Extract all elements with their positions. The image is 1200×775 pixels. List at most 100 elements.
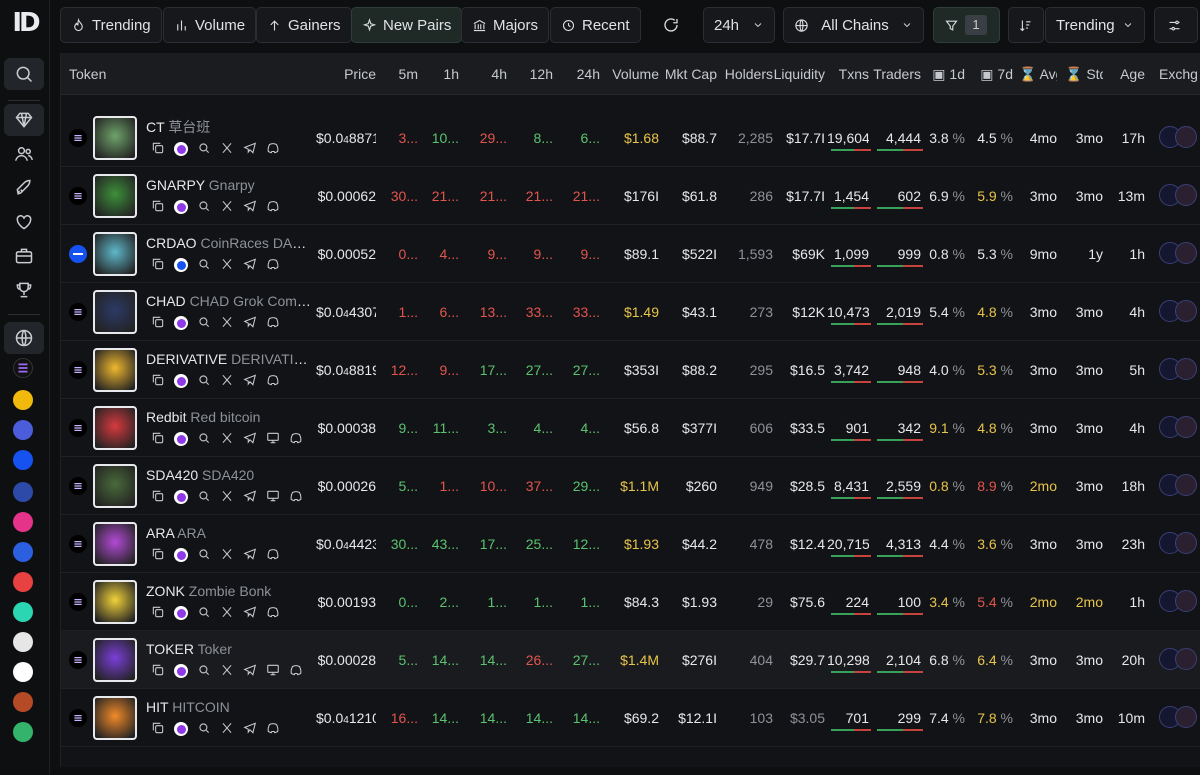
chains-select[interactable]: All Chains bbox=[783, 7, 924, 43]
diamond-icon[interactable] bbox=[4, 104, 44, 136]
majors-button[interactable]: Majors bbox=[461, 7, 550, 43]
discord-icon[interactable] bbox=[266, 141, 280, 158]
token-avatar[interactable] bbox=[93, 696, 137, 740]
table-row[interactable]: TOKER Toker $0.00028 5... 14... 14... 26... 27… bbox=[61, 631, 1200, 689]
telegram-icon[interactable] bbox=[243, 605, 257, 622]
column-header-avg[interactable]: ⌛ Avg bbox=[1019, 53, 1057, 95]
x-icon[interactable] bbox=[220, 257, 234, 274]
pump-icon[interactable] bbox=[174, 142, 188, 156]
tron-chain-icon[interactable] bbox=[13, 662, 33, 682]
token-avatar[interactable] bbox=[93, 232, 137, 276]
new-pairs-button[interactable]: New Pairs bbox=[351, 7, 463, 43]
pump-icon[interactable] bbox=[174, 258, 188, 272]
x-icon[interactable] bbox=[220, 663, 234, 680]
arbitrum-chain-icon[interactable] bbox=[13, 482, 33, 502]
table-row[interactable]: HIT HITCOIN$0.04121016...14...14...14...… bbox=[61, 689, 1200, 747]
copy-icon[interactable] bbox=[151, 315, 165, 332]
column-header-traders[interactable]: Traders bbox=[873, 53, 921, 95]
discord-icon[interactable] bbox=[266, 605, 280, 622]
token-avatar[interactable] bbox=[93, 116, 137, 160]
ethereum-chain-icon[interactable] bbox=[13, 420, 33, 440]
base-chain-icon[interactable] bbox=[13, 450, 33, 470]
copy-icon[interactable] bbox=[151, 721, 165, 738]
column-header-1h[interactable]: 1h bbox=[423, 53, 459, 95]
token-name[interactable]: DERIVATIVE DERIVATIVE ... bbox=[146, 351, 314, 367]
discord-icon[interactable] bbox=[266, 315, 280, 332]
table-row[interactable]: CHAD CHAD Grok Comp...$0.044307 1... 6... 1… bbox=[61, 283, 1200, 341]
rocket-icon[interactable] bbox=[4, 172, 44, 204]
copy-icon[interactable] bbox=[151, 257, 165, 274]
sui-chain-icon[interactable] bbox=[13, 542, 33, 562]
column-header-exchg[interactable]: Exchg bbox=[1159, 53, 1200, 95]
x-icon[interactable] bbox=[220, 141, 234, 158]
x-icon[interactable] bbox=[220, 547, 234, 564]
table-row[interactable]: Redbit Red bitcoin $0.00038 9... 11... 3... 4… bbox=[61, 399, 1200, 457]
exchange-icon-2[interactable] bbox=[1175, 242, 1197, 264]
pump-icon[interactable] bbox=[174, 374, 188, 388]
exchange-icon-2[interactable] bbox=[1175, 648, 1197, 670]
volume-button[interactable]: Volume bbox=[163, 7, 257, 43]
token-avatar[interactable] bbox=[93, 174, 137, 218]
globe-icon[interactable] bbox=[4, 322, 44, 354]
token-name[interactable]: Redbit Red bitcoin bbox=[146, 409, 314, 425]
column-header-4h[interactable]: 4h bbox=[465, 53, 507, 95]
discord-icon[interactable] bbox=[266, 199, 280, 216]
search-icon[interactable] bbox=[197, 257, 211, 274]
copy-icon[interactable] bbox=[151, 373, 165, 390]
token-name[interactable]: CRDAO CoinRaces DAO ... bbox=[146, 235, 314, 251]
copy-icon[interactable] bbox=[151, 663, 165, 680]
table-row[interactable]: ZONK Zombie Bonk $0.00193 0... 2... 1... 1...… bbox=[61, 573, 1200, 631]
pump-icon[interactable] bbox=[174, 432, 188, 446]
column-header-7d[interactable]: ▣ 7d bbox=[975, 53, 1013, 95]
telegram-icon[interactable] bbox=[243, 141, 257, 158]
column-header-holders[interactable]: Holders bbox=[717, 53, 773, 95]
users-icon[interactable] bbox=[4, 138, 44, 170]
app-logo[interactable]: ID bbox=[8, 6, 42, 40]
column-header-age[interactable]: Age bbox=[1111, 53, 1145, 95]
heart-icon[interactable] bbox=[4, 206, 44, 238]
filter-button[interactable]: 1 bbox=[933, 7, 1000, 43]
token-name[interactable]: SDA420 SDA420 bbox=[146, 467, 314, 483]
column-header-24h[interactable]: 24h bbox=[556, 53, 600, 95]
token-avatar[interactable] bbox=[93, 464, 137, 508]
copy-icon[interactable] bbox=[151, 431, 165, 448]
exchange-icon-2[interactable] bbox=[1175, 474, 1197, 496]
table-row[interactable]: ARA ARA$0.04442330...43...17...25...12..… bbox=[61, 515, 1200, 573]
settings-sliders-icon[interactable] bbox=[1154, 7, 1198, 43]
telegram-icon[interactable] bbox=[243, 663, 257, 680]
bnb-chain-icon[interactable] bbox=[13, 390, 33, 410]
pump-icon[interactable] bbox=[174, 490, 188, 504]
search-icon[interactable] bbox=[197, 199, 211, 216]
token-name[interactable]: GNARPY Gnarpy bbox=[146, 177, 314, 193]
telegram-icon[interactable] bbox=[243, 373, 257, 390]
token-avatar[interactable] bbox=[93, 522, 137, 566]
column-header-volume[interactable]: Volume bbox=[601, 53, 659, 95]
pump-icon[interactable] bbox=[174, 722, 188, 736]
aptos-chain-icon[interactable] bbox=[13, 602, 33, 622]
pump-icon[interactable] bbox=[174, 606, 188, 620]
refresh-icon[interactable] bbox=[658, 7, 684, 43]
discord-icon[interactable] bbox=[289, 663, 303, 680]
search-icon[interactable] bbox=[197, 721, 211, 738]
pump-icon[interactable] bbox=[174, 664, 188, 678]
x-icon[interactable] bbox=[220, 431, 234, 448]
column-header-5m[interactable]: 5m bbox=[384, 53, 418, 95]
copy-icon[interactable] bbox=[151, 199, 165, 216]
column-header-liquidity[interactable]: Liquidity bbox=[771, 53, 825, 95]
x-icon[interactable] bbox=[220, 199, 234, 216]
trending-button[interactable]: Trending bbox=[60, 7, 162, 43]
pump-icon[interactable] bbox=[174, 200, 188, 214]
column-header-txns[interactable]: Txns bbox=[827, 53, 869, 95]
token-avatar[interactable] bbox=[93, 638, 137, 682]
table-row[interactable]: CT 草台班$0.0488713...10...29...8...6...$1.… bbox=[61, 109, 1200, 167]
discord-icon[interactable] bbox=[289, 431, 303, 448]
search-icon[interactable] bbox=[197, 547, 211, 564]
timeframe-select[interactable]: 24h bbox=[703, 7, 775, 43]
exchange-icon-2[interactable] bbox=[1175, 532, 1197, 554]
solana-chain-icon[interactable] bbox=[13, 358, 33, 378]
column-header-std[interactable]: ⌛ Std bbox=[1065, 53, 1103, 95]
search-icon[interactable] bbox=[197, 605, 211, 622]
token-name[interactable]: HIT HITCOIN bbox=[146, 699, 314, 715]
briefcase-icon[interactable] bbox=[4, 240, 44, 272]
table-row[interactable]: DERIVATIVE DERIVATIVE ...$0.048819 12... 9… bbox=[61, 341, 1200, 399]
